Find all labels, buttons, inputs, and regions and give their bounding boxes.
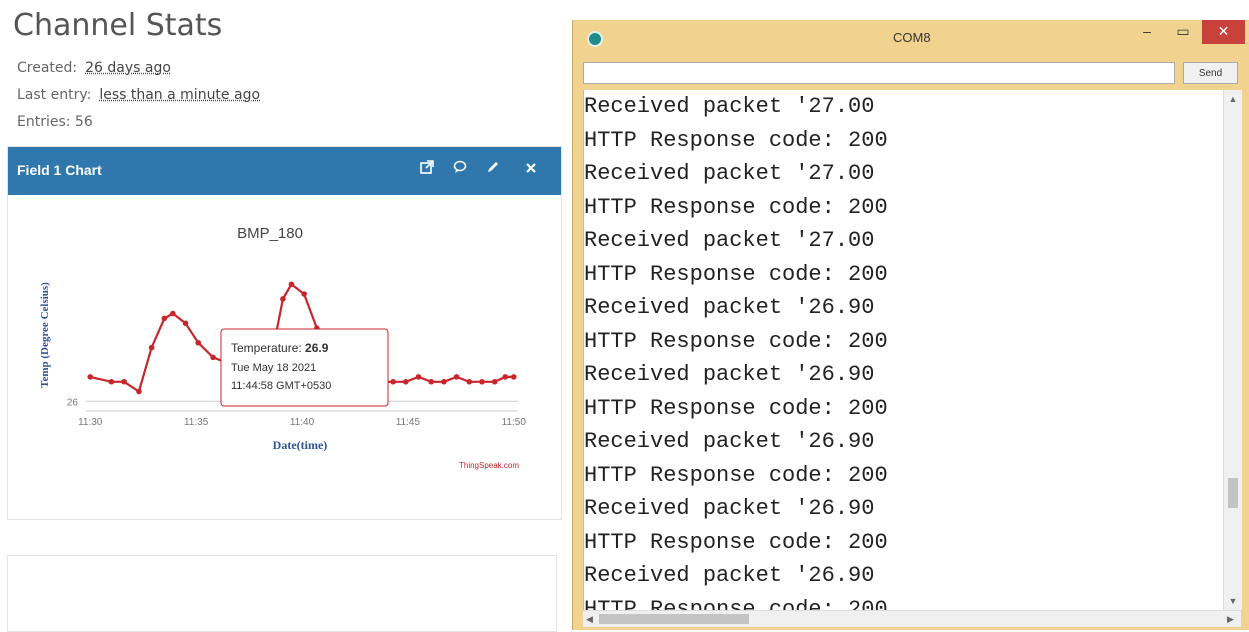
pencil-icon[interactable] [482, 159, 504, 181]
data-point [301, 291, 307, 297]
serial-line: Received packet '26.90 [584, 362, 875, 387]
field-chart-card: Field 1 Chart BMP_180 Temp (Degree Celsi… [7, 146, 562, 520]
created-row: Created: 26 days ago [17, 60, 171, 76]
line-chart: BMP_180 Temp (Degree Celsius) Date(time)… [39, 225, 527, 470]
entries-count: Entries: 56 [17, 114, 93, 130]
last-entry-label: Last entry: [17, 87, 92, 103]
data-point [210, 354, 216, 361]
chart-tooltip: Temperature: 26.9 Tue May 18 2021 11:44:… [220, 328, 389, 407]
x-tick-label: 11:50 [502, 417, 527, 428]
tooltip-time: 11:44:58 GMT+0530 [231, 380, 331, 392]
data-point [87, 374, 94, 380]
external-link-icon[interactable] [416, 159, 438, 181]
data-point [280, 296, 286, 302]
window-title: COM8 [893, 30, 931, 45]
scroll-left-icon[interactable]: ◀ [586, 611, 593, 627]
comment-icon[interactable] [449, 159, 471, 181]
x-tick-label: 11:40 [290, 417, 315, 428]
tooltip-date: Tue May 18 2021 [231, 362, 316, 374]
data-point [182, 320, 189, 327]
horizontal-scrollbar[interactable]: ◀ ▶ [583, 610, 1241, 627]
send-button[interactable]: Send [1183, 62, 1238, 84]
serial-line: HTTP Response code: 200 [584, 395, 888, 421]
serial-line: Received packet '26.90 [584, 563, 875, 588]
chart-title: BMP_180 [237, 225, 303, 242]
window-titlebar[interactable]: COM8 – ▭ ✕ [573, 20, 1249, 54]
created-value: 26 days ago [85, 60, 171, 76]
data-point [510, 374, 517, 380]
data-point [288, 281, 295, 288]
last-entry-value: less than a minute ago [99, 87, 261, 103]
serial-line: Received packet '27.00 [584, 94, 875, 119]
data-point [390, 378, 396, 385]
scroll-down-icon[interactable]: ▼ [1224, 596, 1242, 606]
data-point [108, 378, 115, 385]
minimize-button[interactable]: – [1129, 20, 1165, 44]
close-icon[interactable] [520, 159, 542, 181]
secondary-card [7, 555, 557, 632]
serial-input[interactable] [583, 62, 1175, 84]
card-header: Field 1 Chart [8, 147, 561, 195]
x-axis-label: Date(time) [273, 438, 328, 452]
x-tick-label: 11:45 [396, 417, 421, 428]
data-point [491, 378, 498, 385]
y-tick-label: 26 [67, 397, 79, 408]
close-button[interactable]: ✕ [1202, 20, 1245, 44]
data-point [453, 374, 460, 380]
serial-line: Received packet '26.90 [584, 496, 875, 521]
serial-line: HTTP Response code: 200 [584, 462, 888, 488]
chart-credit[interactable]: ThingSpeak.com [459, 461, 519, 470]
send-row: Send [583, 62, 1243, 86]
serial-line: Received packet '27.00 [584, 228, 875, 253]
serial-line: Received packet '26.90 [584, 295, 875, 320]
data-point [402, 378, 409, 385]
serial-line: HTTP Response code: 200 [584, 194, 888, 220]
data-point [195, 339, 202, 346]
scroll-up-icon[interactable]: ▲ [1224, 94, 1242, 104]
data-point [466, 378, 473, 385]
scroll-right-icon[interactable]: ▶ [1227, 611, 1234, 627]
data-point [428, 378, 434, 385]
x-tick-label: 11:30 [78, 417, 103, 428]
serial-line: Received packet '26.90 [584, 429, 875, 454]
last-entry-row: Last entry: less than a minute ago [17, 87, 260, 103]
serial-line: HTTP Response code: 200 [584, 127, 888, 153]
arduino-app-icon [587, 31, 603, 47]
serial-line: HTTP Response code: 200 [584, 328, 888, 354]
data-point [136, 388, 142, 395]
data-point [502, 374, 509, 380]
data-point [441, 378, 447, 385]
x-tick-label: 11:35 [184, 417, 209, 428]
data-point [121, 378, 127, 385]
scrollbar-thumb[interactable] [599, 614, 749, 624]
thingspeak-page: Channel Stats Created: 26 days ago Last e… [0, 0, 570, 632]
y-axis-label: Temp (Degree Celsius) [39, 282, 51, 388]
tooltip-value: 26.9 [305, 341, 329, 355]
scrollbar-thumb[interactable] [1228, 478, 1238, 508]
serial-output: Received packet '27.00 HTTP Response code… [583, 90, 1224, 610]
serial-line: HTTP Response code: 200 [584, 529, 888, 555]
card-title: Field 1 Chart [17, 162, 102, 178]
vertical-scrollbar[interactable]: ▲ ▼ [1223, 90, 1242, 610]
data-point [415, 374, 422, 380]
maximize-button[interactable]: ▭ [1166, 20, 1200, 44]
chart-area: BMP_180 Temp (Degree Celsius) Date(time)… [8, 195, 561, 519]
tooltip-label: Temperature: [231, 341, 302, 355]
serial-line: HTTP Response code: 200 [584, 596, 888, 611]
data-point [148, 344, 155, 351]
serial-line: Received packet '27.00 [584, 161, 875, 186]
serial-line: HTTP Response code: 200 [584, 261, 888, 287]
serial-monitor-window: COM8 – ▭ ✕ Send Received packet '27.00 HT… [572, 20, 1249, 630]
data-point [479, 378, 485, 385]
data-point [161, 315, 168, 322]
page-title: Channel Stats [13, 8, 223, 43]
svg-text:Temperature: 26.9: Temperature: 26.9 [231, 341, 329, 355]
created-label: Created: [17, 60, 78, 76]
data-point [170, 310, 176, 317]
